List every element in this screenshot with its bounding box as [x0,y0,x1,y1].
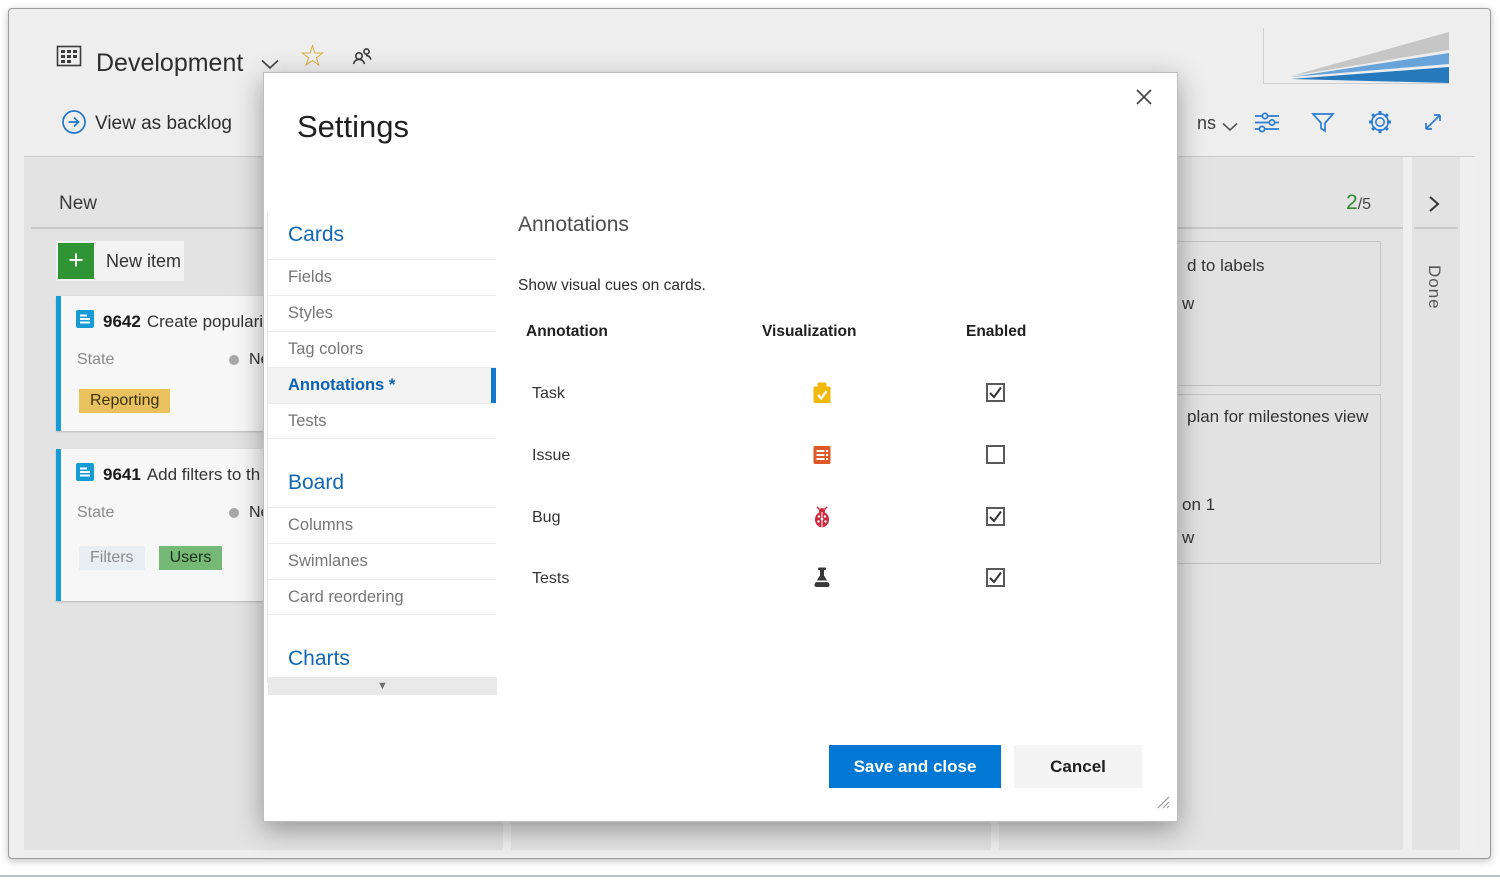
dialog-title: Settings [297,109,409,145]
team-icon[interactable] [349,43,375,74]
checkbox-tests-enabled[interactable] [986,568,1005,587]
checkbox-issue-enabled[interactable] [986,445,1005,464]
settings-sidebar: Cards Fields Styles Tag colors Annotatio… [267,211,496,683]
board-grid-icon [56,43,82,74]
background-card[interactable]: plan for milestones view on 1 w [1173,394,1381,564]
work-item-type-icon [76,310,94,333]
issue-icon [810,443,834,467]
tests-flask-icon [810,566,834,590]
selected-indicator [491,368,496,403]
expand-column-chevron-icon[interactable] [1427,195,1441,218]
card-text-line: w [1182,294,1194,314]
row-label-tests: Tests [532,570,569,588]
sidebar-section-charts: Charts [268,635,496,683]
row-label-task: Task [532,385,565,403]
sidebar-item-annotations-selected[interactable]: Annotations * [268,367,496,403]
sidebar-item-tests[interactable]: Tests [268,403,496,439]
view-as-backlog-icon [61,109,87,140]
view-as-backlog-link[interactable]: View as backlog [95,113,232,135]
card-text-line: d to labels [1187,256,1265,276]
column-count: 2/5 [1346,191,1371,215]
favorite-star-icon[interactable]: ☆ [299,39,326,74]
settings-dialog: Settings Cards Fields Styles Tag colors … [263,72,1178,822]
sidebar-item-tag-colors[interactable]: Tag colors [268,331,496,367]
row-label-issue: Issue [532,447,570,465]
tag-badge: Filters [79,546,145,570]
pane-description: Show visual cues on cards. [518,277,706,295]
background-card[interactable]: d to labels w [1173,241,1381,386]
sidebar-item-card-reordering[interactable]: Card reordering [268,579,496,615]
column-header-new: New [59,193,97,215]
resize-grip-icon[interactable] [1155,794,1171,815]
card-text-line: w [1182,528,1194,548]
column-done-collapsed: Done [1412,157,1460,850]
board-title: Development [96,49,243,78]
add-icon: + [58,243,94,279]
save-and-close-button[interactable]: Save and close [829,745,1001,788]
card-text-line: plan for milestones view [1187,407,1368,427]
work-item-id: 9641 [103,465,141,485]
cumulative-flow-chart[interactable] [1263,28,1449,89]
pane-heading: Annotations [518,213,629,237]
tag-badge: Users [159,546,223,570]
new-item-button[interactable]: + New item [56,241,184,281]
checkbox-bug-enabled[interactable] [986,507,1005,526]
state-field-label: State [77,351,114,369]
state-field-label: State [77,504,114,522]
gear-icon[interactable] [1367,109,1393,140]
close-icon[interactable] [1130,83,1158,111]
view-options-icon[interactable] [1253,109,1281,140]
filter-icon[interactable] [1311,109,1335,140]
card-text-line: on 1 [1182,495,1215,515]
sidebar-section-board: Board [268,459,496,507]
state-dot [229,508,239,518]
scroll-down-icon[interactable]: ▼ [268,677,497,695]
column-underline [1414,227,1458,229]
tag-badge: Reporting [79,389,170,413]
page-bottom-divider [0,875,1500,877]
row-label-bug: Bug [532,509,560,527]
sidebar-item-columns[interactable]: Columns [268,507,496,543]
bug-icon [810,505,834,529]
cancel-button[interactable]: Cancel [1014,745,1142,788]
col-header-enabled: Enabled [966,323,1026,341]
work-item-id: 9642 [103,312,141,332]
sidebar-section-cards: Cards [268,211,496,259]
sidebar-item-styles[interactable]: Styles [268,295,496,331]
col-header-visualization: Visualization [762,323,856,341]
checkbox-task-enabled[interactable] [986,383,1005,402]
sidebar-item-fields[interactable]: Fields [268,259,496,295]
work-item-title[interactable]: Create populari [147,312,263,332]
items-chevron-icon[interactable] [1222,119,1238,137]
fullscreen-icon[interactable] [1421,110,1445,139]
column-header-done[interactable]: Done [1424,265,1444,310]
work-item-title[interactable]: Add filters to th [147,465,260,485]
sidebar-item-swimlanes[interactable]: Swimlanes [268,543,496,579]
col-header-annotation: Annotation [526,323,608,341]
task-clipboard-icon [810,381,834,405]
screenshot-root: Development ☆ View as backlog ns [0,0,1500,885]
new-item-label: New item [106,251,181,272]
state-dot [229,355,239,365]
work-item-type-icon [76,463,94,486]
